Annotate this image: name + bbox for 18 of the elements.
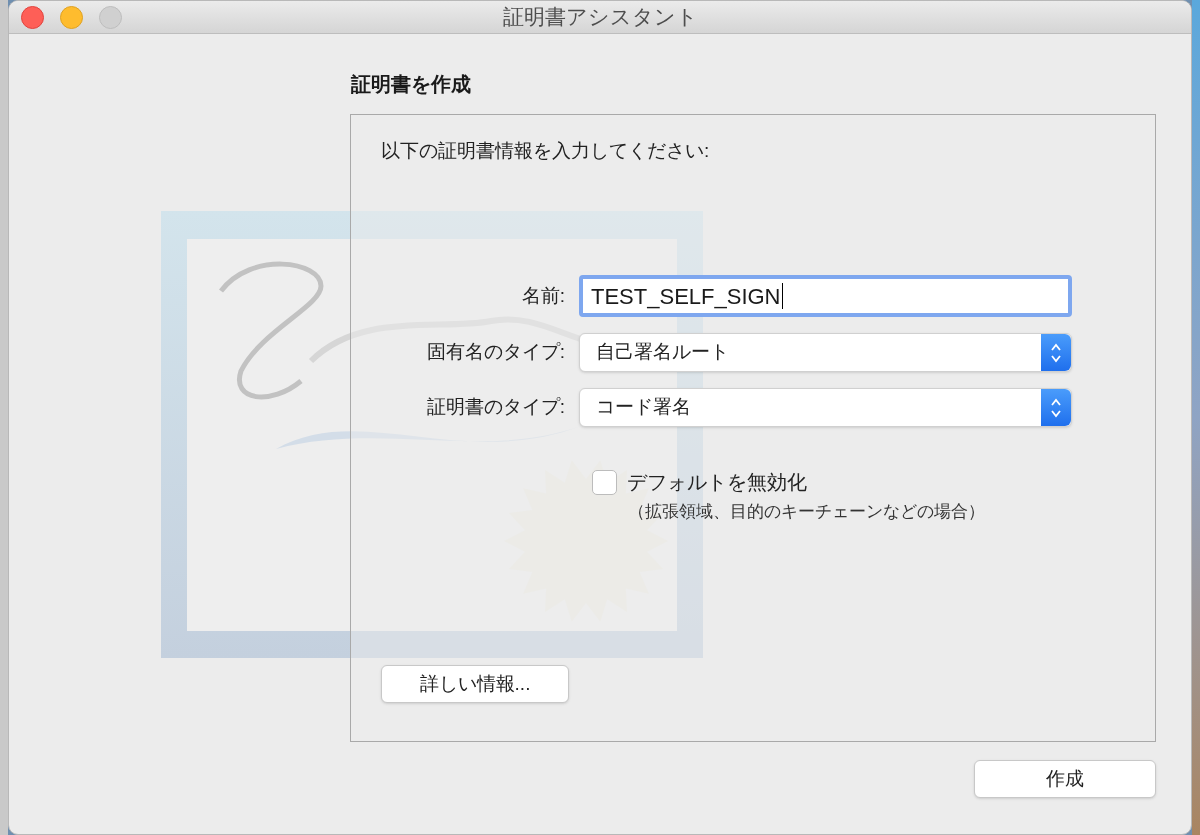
minimize-icon[interactable]: [60, 6, 83, 29]
create-button[interactable]: 作成: [974, 760, 1156, 798]
checkbox-note: （拡張領域、目的のキーチェーンなどの場合）: [628, 501, 986, 523]
zoom-icon[interactable]: [99, 6, 122, 29]
stepper-icon: [1041, 389, 1071, 426]
checkbox-label: デフォルトを無効化: [627, 470, 807, 495]
heading: 証明書を作成: [351, 72, 472, 97]
name-field[interactable]: TEST_SELF_SIGN: [579, 275, 1072, 317]
field-label: 名前:: [520, 283, 566, 308]
field-label: 固有名のタイプ:: [425, 340, 566, 365]
stepper-icon: [1041, 334, 1071, 371]
close-icon[interactable]: [21, 6, 44, 29]
dropdown[interactable]: 自己署名ルート: [579, 333, 1072, 372]
dropdown[interactable]: コード署名: [579, 388, 1072, 427]
instruction-text: 以下の証明書情報を入力してください:: [381, 139, 711, 163]
field-label: 証明書のタイプ:: [425, 395, 566, 420]
window-title: 証明書アシスタント: [502, 4, 698, 31]
details-button[interactable]: 詳しい情報...: [381, 665, 569, 703]
